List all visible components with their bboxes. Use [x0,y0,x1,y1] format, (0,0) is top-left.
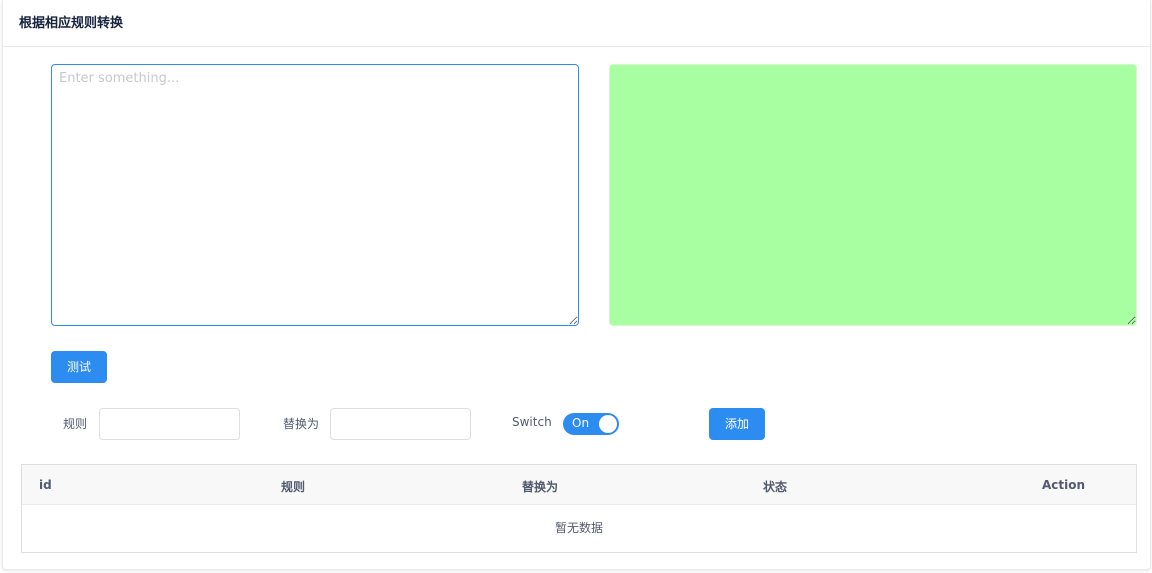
table-header: id 规则 替换为 状态 Action [22,465,1136,505]
column-id: id [39,478,52,492]
rule-convert-card: 根据相应规则转换 测试 规则 替换为 Switch On 添加 id 规则 替换… [2,0,1151,570]
card-header: 根据相应规则转换 [3,0,1150,47]
replace-input[interactable] [330,408,471,440]
switch-label: Switch [512,415,552,429]
column-action: Action [1042,478,1086,492]
column-status: 状态 [763,480,788,494]
rules-table: id 规则 替换为 状态 Action 暂无数据 [21,464,1137,553]
rule-label: 规则 [63,417,88,431]
replace-label: 替换为 [283,417,320,431]
result-textarea[interactable] [609,64,1137,326]
status-switch[interactable]: On [563,413,619,435]
source-textarea[interactable] [51,64,579,326]
test-button[interactable]: 测试 [51,351,107,383]
rule-input[interactable] [99,408,240,440]
add-button[interactable]: 添加 [709,408,765,440]
card-title: 根据相应规则转换 [19,16,124,31]
column-replace: 替换为 [522,480,559,494]
empty-text: 暂无数据 [554,521,603,535]
column-rule: 规则 [281,480,306,494]
switch-knob [599,415,617,433]
switch-state-text: On [572,416,590,430]
